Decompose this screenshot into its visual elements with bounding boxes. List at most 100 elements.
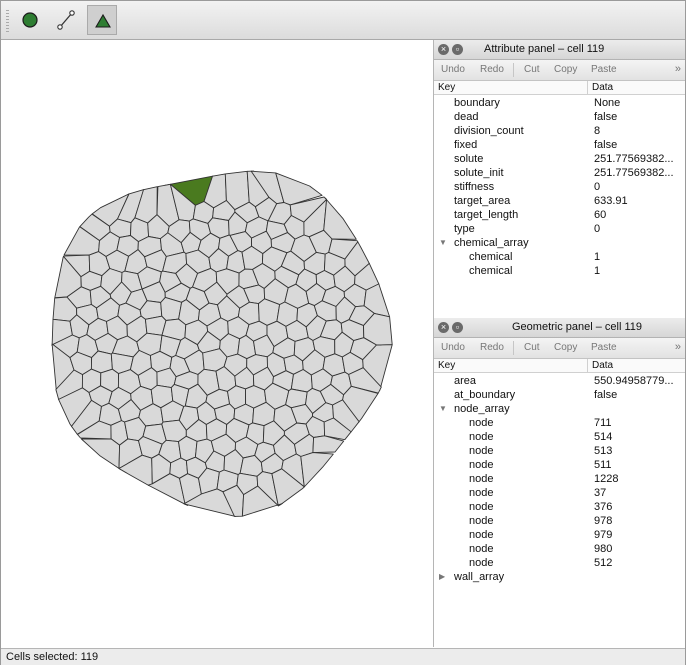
row-value[interactable]: 980 <box>594 543 684 555</box>
tissue-cell[interactable] <box>300 452 334 488</box>
table-row[interactable]: chemical 1 <box>434 264 685 278</box>
row-key: node <box>469 487 494 499</box>
cut-button[interactable]: Cut <box>524 64 540 75</box>
redo-button[interactable]: Redo <box>480 64 504 75</box>
row-key: chemical_array <box>454 237 529 249</box>
table-row[interactable]: fixed false <box>434 138 685 152</box>
undo-button[interactable]: Undo <box>441 64 465 75</box>
table-row[interactable]: node 37 <box>434 486 685 500</box>
more-actions-button[interactable]: » <box>675 341 681 353</box>
attribute-panel-toolbar: Undo Redo Cut Copy Paste » <box>434 60 685 81</box>
more-actions-button[interactable]: » <box>675 63 681 75</box>
row-value[interactable]: 37 <box>594 487 684 499</box>
row-value[interactable]: 1 <box>594 265 684 277</box>
tissue-cell[interactable] <box>80 438 122 471</box>
toolbar-grip[interactable] <box>6 10 9 32</box>
line-edge-icon <box>57 10 75 30</box>
table-row[interactable]: division_count 8 <box>434 124 685 138</box>
row-value[interactable]: 978 <box>594 515 684 527</box>
table-row[interactable]: ▼ node_array <box>434 402 685 416</box>
cell-tool-button[interactable] <box>15 5 45 35</box>
collapsed-triangle-icon[interactable]: ▶ <box>439 572 445 581</box>
tissue-canvas[interactable] <box>1 40 434 647</box>
table-row[interactable]: node 376 <box>434 500 685 514</box>
key-column-header[interactable]: Key <box>438 360 455 371</box>
undo-button[interactable]: Undo <box>441 342 465 353</box>
float-panel-icon[interactable]: ▫ <box>452 44 463 55</box>
row-value[interactable]: None <box>594 97 684 109</box>
table-row[interactable]: node 514 <box>434 430 685 444</box>
row-key: boundary <box>454 97 500 109</box>
table-row[interactable]: node 513 <box>434 444 685 458</box>
table-row[interactable]: chemical 1 <box>434 250 685 264</box>
row-key: node <box>469 473 494 485</box>
table-row[interactable]: at_boundary false <box>434 388 685 402</box>
row-value[interactable]: 633.91 <box>594 195 684 207</box>
table-row[interactable]: dead false <box>434 110 685 124</box>
table-row[interactable]: node 512 <box>434 556 685 570</box>
row-value[interactable]: 8 <box>594 125 684 137</box>
copy-button[interactable]: Copy <box>554 64 577 75</box>
row-value[interactable]: 251.77569382... <box>594 167 684 179</box>
row-value[interactable]: false <box>594 139 684 151</box>
row-value[interactable]: false <box>594 389 684 401</box>
row-value[interactable]: 0 <box>594 223 684 235</box>
row-value[interactable]: 1228 <box>594 473 684 485</box>
toolbar-separator <box>513 63 514 77</box>
tissue-cell[interactable] <box>178 435 198 462</box>
row-value[interactable]: 512 <box>594 557 684 569</box>
table-row[interactable]: solute 251.77569382... <box>434 152 685 166</box>
row-value[interactable]: 550.94958779... <box>594 375 684 387</box>
table-row[interactable]: node 511 <box>434 458 685 472</box>
row-value[interactable]: false <box>594 111 684 123</box>
table-row[interactable]: node 711 <box>434 416 685 430</box>
table-row[interactable]: ▼ chemical_array <box>434 236 685 250</box>
table-row[interactable]: stiffness 0 <box>434 180 685 194</box>
table-row[interactable]: node 978 <box>434 514 685 528</box>
tissue-cell[interactable] <box>90 350 113 374</box>
redo-button[interactable]: Redo <box>480 342 504 353</box>
close-icon[interactable]: × <box>438 322 449 333</box>
expanded-triangle-icon[interactable]: ▼ <box>439 404 447 413</box>
table-row[interactable]: area 550.94958779... <box>434 374 685 388</box>
paste-button[interactable]: Paste <box>591 64 617 75</box>
row-value[interactable]: 1 <box>594 251 684 263</box>
row-value[interactable]: 979 <box>594 529 684 541</box>
table-row[interactable]: node 980 <box>434 542 685 556</box>
row-key: fixed <box>454 139 478 151</box>
row-value[interactable]: 511 <box>594 459 684 471</box>
table-row[interactable]: target_area 633.91 <box>434 194 685 208</box>
tissue-view[interactable] <box>1 40 433 647</box>
row-key: target_area <box>454 195 511 207</box>
row-key: node <box>469 459 494 471</box>
table-row[interactable]: ▶ wall_array <box>434 570 685 584</box>
cut-button[interactable]: Cut <box>524 342 540 353</box>
tissue-cells[interactable] <box>51 170 393 517</box>
row-value[interactable]: 0 <box>594 181 684 193</box>
row-value[interactable]: 251.77569382... <box>594 153 684 165</box>
row-value[interactable]: 514 <box>594 431 684 443</box>
row-value[interactable]: 376 <box>594 501 684 513</box>
table-row[interactable]: type 0 <box>434 222 685 236</box>
shape-tool-button[interactable] <box>87 5 117 35</box>
row-value[interactable]: 711 <box>594 417 684 429</box>
close-icon[interactable]: × <box>438 44 449 55</box>
row-value[interactable]: 513 <box>594 445 684 457</box>
table-row[interactable]: solute_init 251.77569382... <box>434 166 685 180</box>
key-column-header[interactable]: Key <box>438 82 455 93</box>
table-row[interactable]: boundary None <box>434 96 685 110</box>
table-row[interactable]: node 1228 <box>434 472 685 486</box>
row-value[interactable]: 60 <box>594 209 684 221</box>
data-column-header[interactable]: Data <box>592 360 613 371</box>
geometric-table-header: Key Data <box>434 359 685 373</box>
tissue-cell[interactable] <box>323 197 357 240</box>
expanded-triangle-icon[interactable]: ▼ <box>439 238 447 247</box>
paste-button[interactable]: Paste <box>591 342 617 353</box>
wall-tool-button[interactable] <box>51 5 81 35</box>
row-key: solute <box>454 153 484 165</box>
float-panel-icon[interactable]: ▫ <box>452 322 463 333</box>
copy-button[interactable]: Copy <box>554 342 577 353</box>
table-row[interactable]: target_length 60 <box>434 208 685 222</box>
table-row[interactable]: node 979 <box>434 528 685 542</box>
data-column-header[interactable]: Data <box>592 82 613 93</box>
